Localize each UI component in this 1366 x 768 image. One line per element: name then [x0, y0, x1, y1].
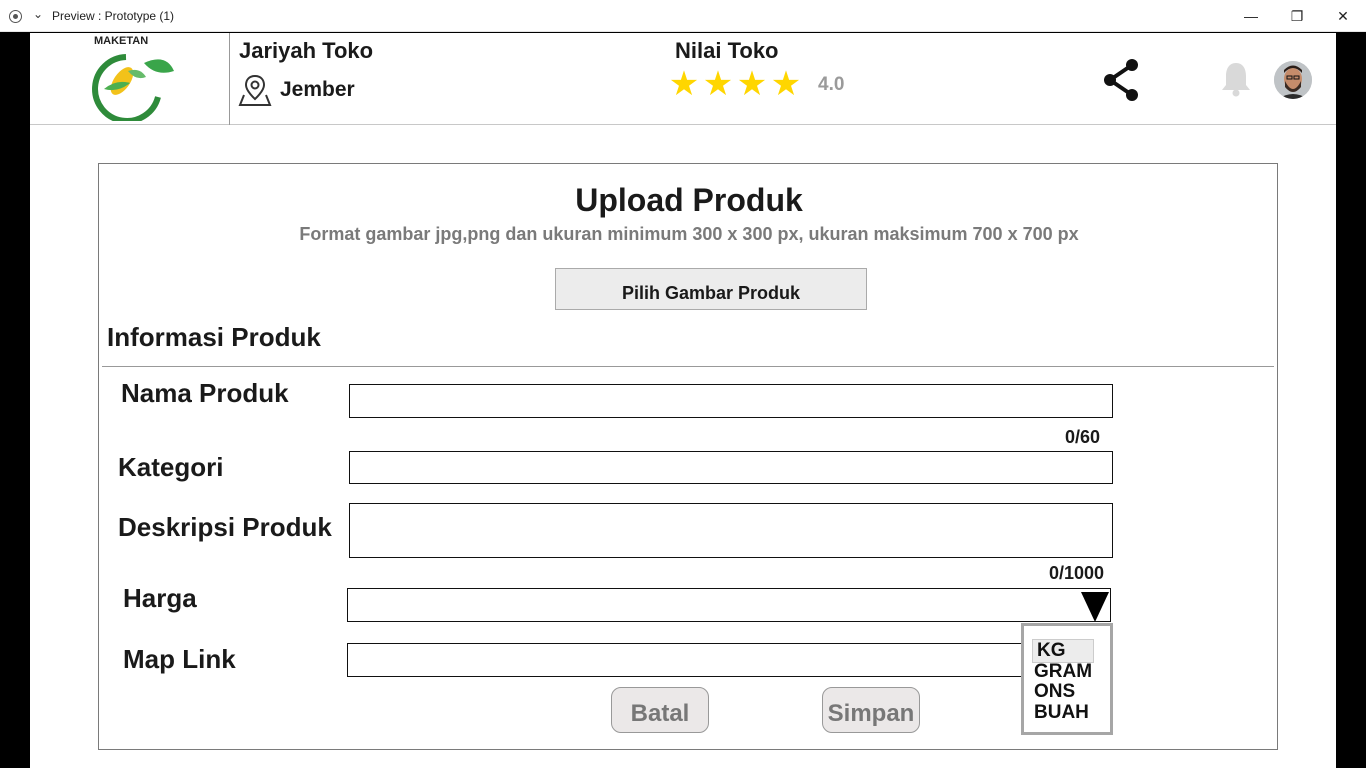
logo-area[interactable]: MAKETAN — [30, 33, 230, 125]
map-link-label: Map Link — [123, 644, 236, 674]
category-input[interactable] — [349, 451, 1113, 484]
description-counter: 0/1000 — [1049, 563, 1105, 583]
share-icon[interactable] — [1102, 58, 1142, 102]
rating-title: Nilai Toko — [675, 38, 779, 63]
upload-form-card: Upload Produk Format gambar jpg,png dan … — [98, 163, 1278, 750]
unit-option[interactable]: GRAM — [1034, 661, 1092, 683]
bell-icon[interactable] — [1220, 61, 1252, 97]
chevron-down-icon[interactable]: ⌄ — [33, 7, 43, 21]
page-title: Upload Produk — [575, 182, 803, 218]
map-link-input[interactable] — [347, 643, 1111, 677]
unit-option[interactable]: BUAH — [1034, 702, 1089, 724]
logo-icon — [92, 54, 174, 121]
avatar[interactable] — [1274, 61, 1312, 99]
minimize-button[interactable]: — — [1228, 0, 1274, 32]
price-input[interactable] — [347, 588, 1111, 622]
star-icon: ★ — [668, 65, 700, 103]
image-requirements: Format gambar jpg,png dan ukuran minimum… — [299, 224, 1079, 244]
restore-button[interactable]: ❐ — [1274, 0, 1320, 32]
app-frame: MAKETAN Jariyah Toko Jember Nilai Toko ★… — [30, 33, 1336, 768]
description-label: Deskripsi Produk — [118, 512, 332, 542]
star-icon: ★ — [770, 65, 802, 103]
store-header: MAKETAN Jariyah Toko Jember Nilai Toko ★… — [30, 33, 1336, 125]
unit-option[interactable]: KG — [1032, 639, 1094, 663]
avatar-photo — [1274, 61, 1312, 99]
rating-value: 4.0 — [818, 74, 845, 95]
section-title: Informasi Produk — [107, 322, 321, 352]
location-pin-icon — [238, 74, 272, 106]
category-label: Kategori — [118, 452, 224, 482]
unit-option[interactable]: ONS — [1034, 681, 1075, 703]
product-name-counter: 0/60 — [1065, 427, 1101, 447]
rating-stars: ★ ★ ★ ★ — [668, 67, 802, 101]
logo-text: MAKETAN — [94, 35, 149, 47]
description-input[interactable] — [349, 503, 1113, 558]
close-button[interactable]: ✕ — [1320, 0, 1366, 32]
section-divider — [102, 366, 1274, 367]
star-icon: ★ — [702, 65, 734, 103]
save-button[interactable]: Simpan — [822, 687, 920, 733]
pick-image-button[interactable]: Pilih Gambar Produk — [555, 268, 867, 310]
app-icon — [9, 10, 22, 23]
product-name-input[interactable] — [349, 384, 1113, 418]
store-location: Jember — [280, 78, 355, 101]
window-titlebar: ⌄ Preview : Prototype (1) — ❐ ✕ — [0, 0, 1366, 32]
price-label: Harga — [123, 583, 197, 613]
cancel-button[interactable]: Batal — [611, 687, 709, 733]
window-title: Preview : Prototype (1) — [52, 9, 175, 23]
star-icon: ★ — [736, 65, 768, 103]
dropdown-arrow-icon[interactable] — [1081, 592, 1109, 622]
product-name-label: Nama Produk — [121, 378, 289, 408]
unit-dropdown[interactable]: KG GRAM ONS BUAH — [1021, 623, 1113, 735]
store-name: Jariyah Toko — [239, 38, 374, 63]
